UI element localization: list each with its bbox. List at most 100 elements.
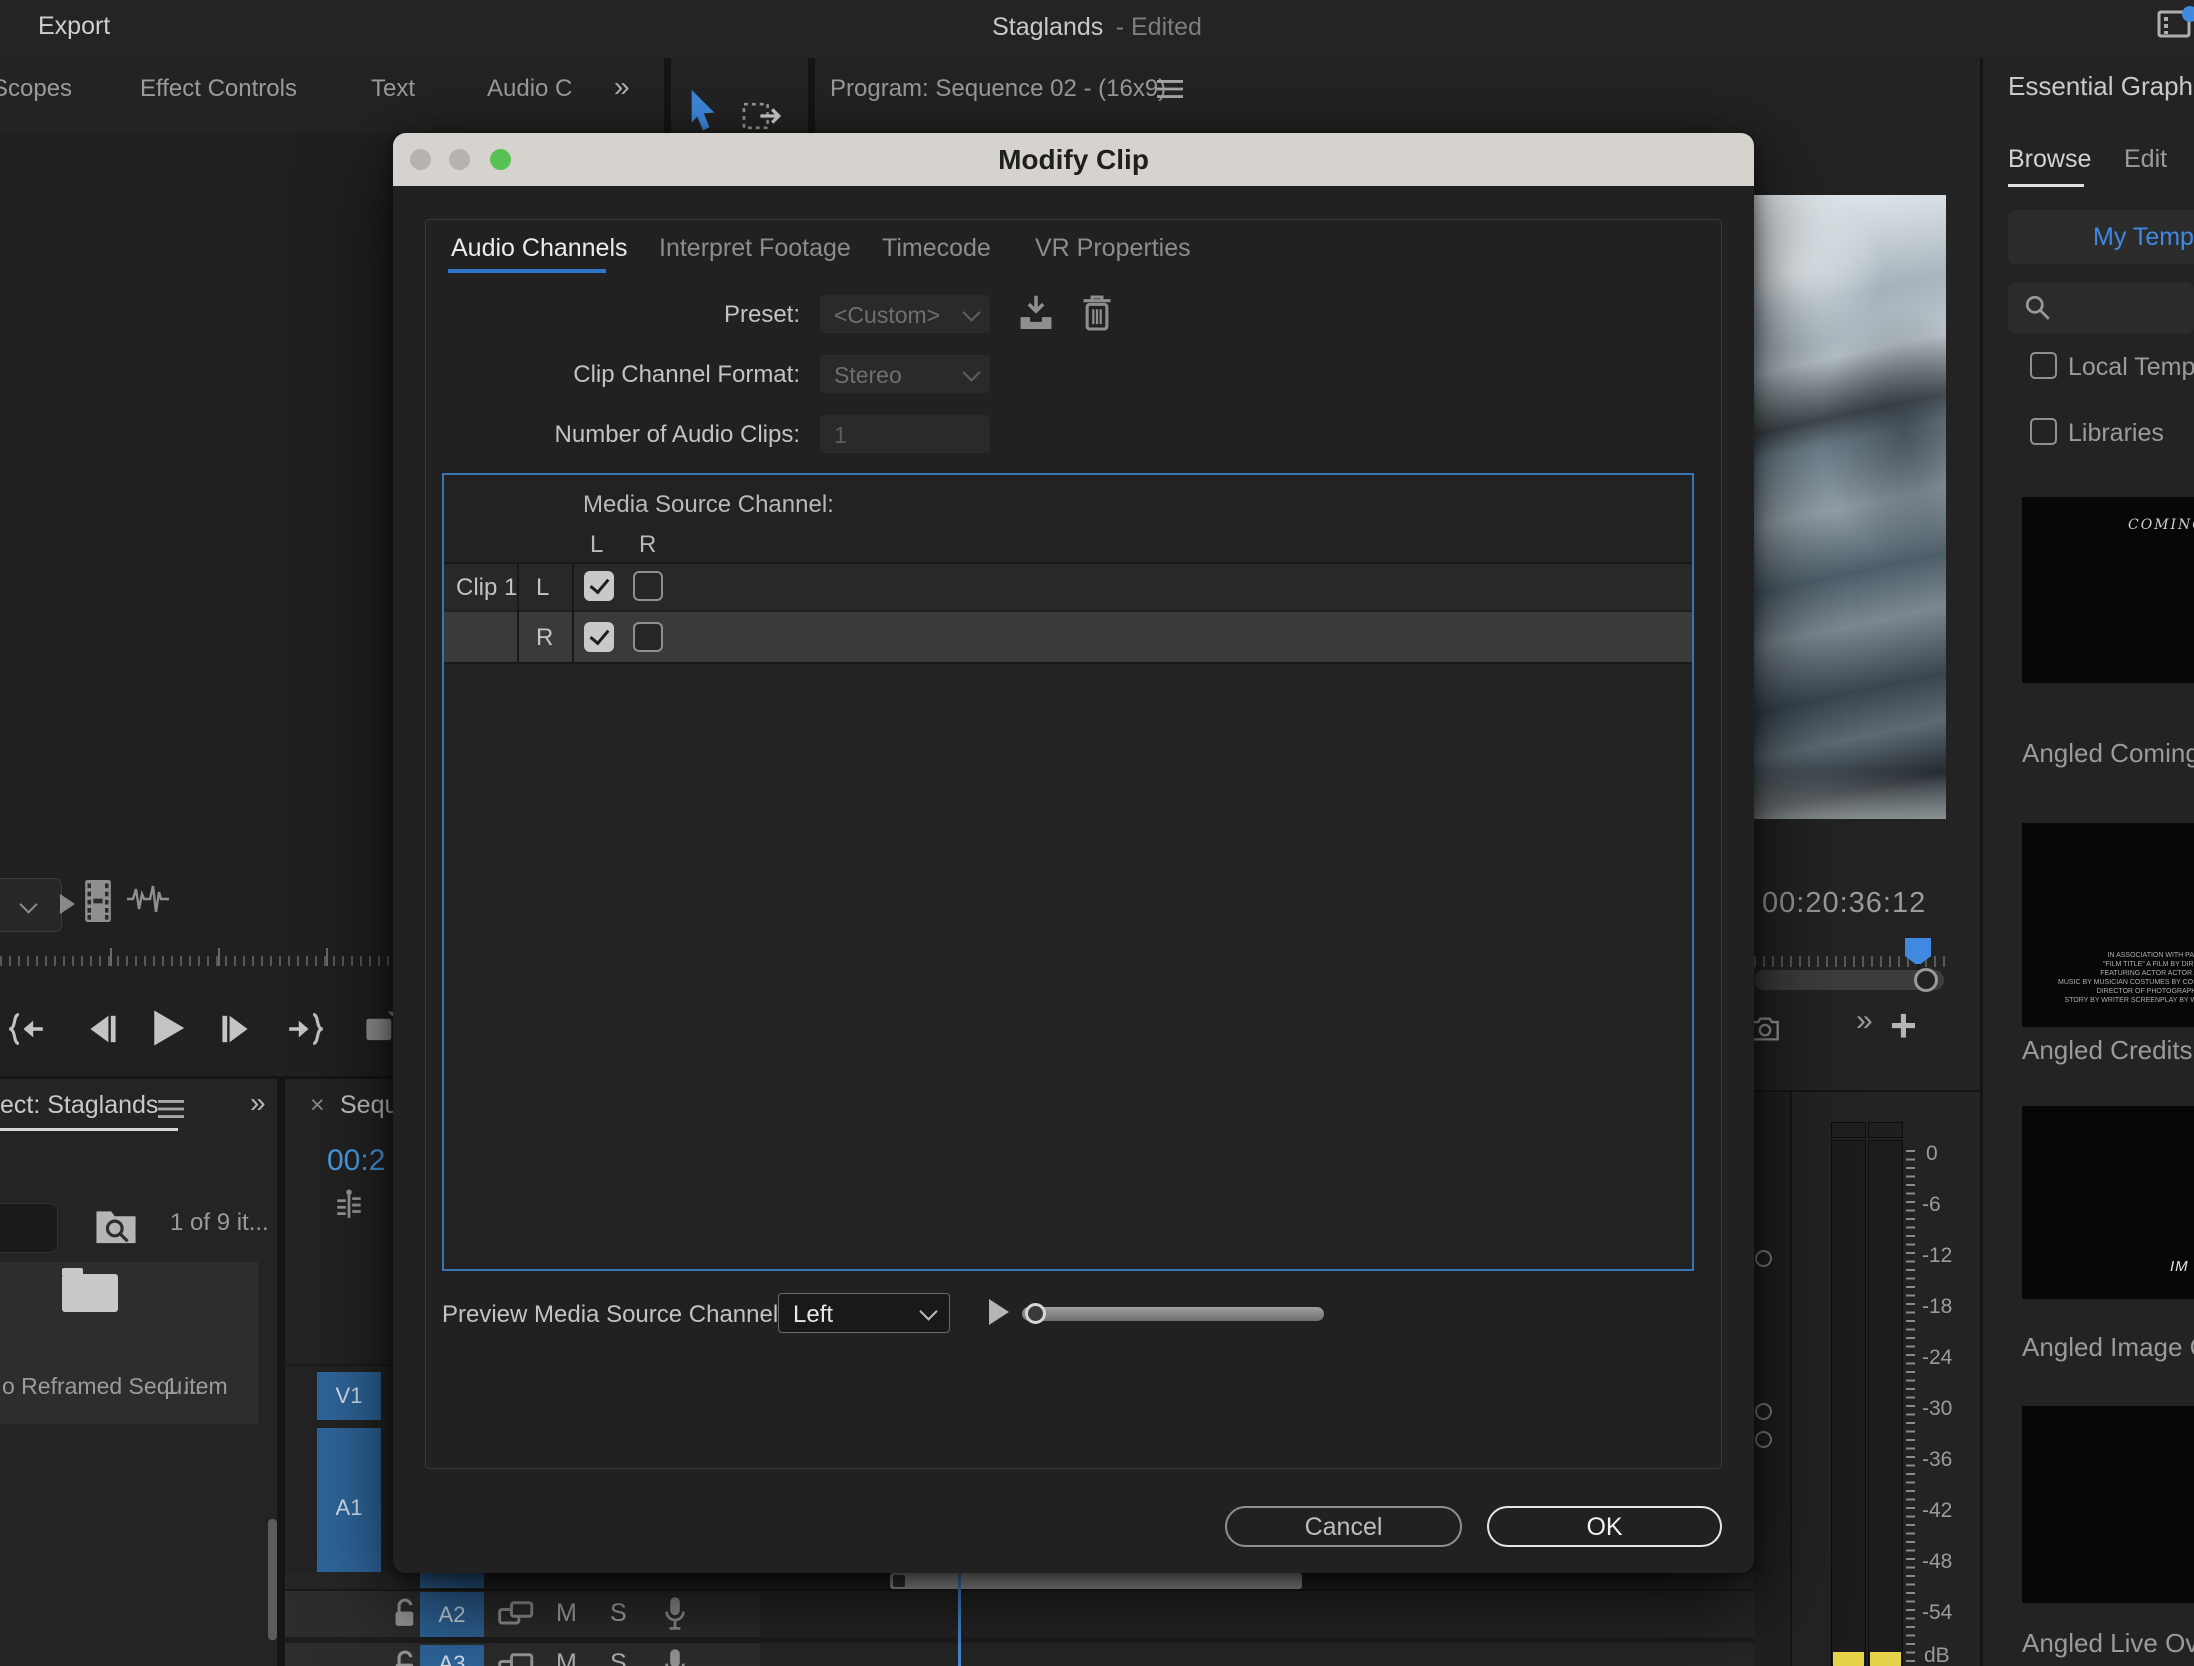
project-panel-menu-icon[interactable]	[158, 1099, 184, 1119]
step-forward-button[interactable]	[220, 1012, 256, 1046]
template-thumb-credits[interactable]: IN ASSOCIATION WITH PARTNER "FILM TITLE"…	[2022, 823, 2194, 1027]
workspace-icon[interactable]	[2156, 5, 2194, 39]
dialog-titlebar[interactable]: Modify Clip	[393, 133, 1754, 186]
template-label[interactable]: Angled Image Cap	[2022, 1332, 2194, 1363]
filter-local-templates-checkbox[interactable]	[2030, 352, 2057, 379]
timeline-clip-bar[interactable]	[890, 1573, 1302, 1589]
table-row-selected[interactable]	[444, 612, 1692, 662]
bin-folder-icon[interactable]	[62, 1274, 118, 1312]
program-scrollbar-handle[interactable]	[1914, 968, 1938, 992]
save-preset-icon[interactable]	[1017, 293, 1055, 333]
selection-tool-icon[interactable]	[688, 90, 718, 132]
program-add-button[interactable]: +	[1890, 1000, 1917, 1051]
search-input[interactable]	[2008, 282, 2194, 334]
track-a3-button[interactable]: A3	[420, 1645, 484, 1666]
dialog-tab-audio-channels[interactable]: Audio Channels	[451, 234, 628, 263]
clip-row-label: Clip 1	[456, 574, 517, 602]
drag-audio-waveform-icon[interactable]	[126, 884, 170, 914]
tab-effect-controls[interactable]: Effect Controls	[140, 76, 297, 102]
source-play-icon[interactable]	[60, 894, 75, 914]
checkbox-clip1-l-srcL[interactable]	[584, 571, 614, 601]
template-label[interactable]: Angled Coming Up	[2022, 738, 2194, 769]
project-filter-input[interactable]	[0, 1203, 58, 1253]
dialog-tab-timecode[interactable]: Timecode	[882, 234, 991, 263]
goto-out-button[interactable]	[288, 1012, 324, 1046]
preview-channel-dropdown[interactable]: Left	[778, 1293, 950, 1333]
find-item-icon[interactable]	[94, 1204, 138, 1248]
filter-libraries-checkbox[interactable]	[2030, 418, 2057, 445]
number-of-audio-clips-label: Number of Audio Clips:	[440, 421, 800, 449]
tab-edit[interactable]: Edit	[2124, 146, 2167, 174]
preview-media-source-label: Preview Media Source Channel:	[442, 1301, 785, 1329]
preview-volume-knob[interactable]	[1025, 1303, 1046, 1324]
track-a3-solo-button[interactable]: S	[610, 1650, 627, 1666]
cancel-button[interactable]: Cancel	[1225, 1506, 1462, 1547]
step-back-button[interactable]	[82, 1012, 118, 1046]
template-thumb-image-caption[interactable]: IM	[2022, 1106, 2194, 1299]
track-divider	[285, 1364, 393, 1366]
template-label[interactable]: Angled Live Overl	[2022, 1628, 2194, 1659]
track-source-icon[interactable]	[498, 1652, 534, 1666]
lock-open-icon[interactable]	[392, 1650, 418, 1666]
tab-audio-clip-mixer[interactable]: Audio C	[487, 76, 572, 102]
program-overflow-icon[interactable]: »	[1856, 1004, 1873, 1037]
track-a3-mute-button[interactable]: M	[556, 1650, 577, 1666]
essential-graphics-title[interactable]: Essential Graphics	[2008, 72, 2194, 101]
dialog-tab-vr-properties[interactable]: VR Properties	[1035, 234, 1191, 263]
meter-clip-indicator-left[interactable]	[1831, 1122, 1866, 1138]
project-bin-area[interactable]	[0, 1262, 258, 1424]
track-v1-button[interactable]: V1	[317, 1372, 381, 1420]
program-panel-title[interactable]: Program: Sequence 02 - (16x9)	[830, 76, 1166, 102]
table-row[interactable]	[444, 564, 1692, 610]
program-playhead-icon[interactable]	[1905, 938, 1931, 966]
checkbox-clip1-r-srcR[interactable]	[633, 622, 663, 652]
checkbox-clip1-r-srcL[interactable]	[584, 622, 614, 652]
track-a2-button[interactable]: A2	[420, 1592, 484, 1637]
track-source-icon[interactable]	[498, 1600, 534, 1628]
tab-text[interactable]: Text	[371, 76, 415, 102]
dialog-tab-interpret-footage[interactable]: Interpret Footage	[659, 234, 851, 263]
tab-overflow-icon[interactable]: »	[614, 72, 630, 103]
track-a2-solo-button[interactable]: S	[610, 1600, 627, 1628]
checkbox-clip1-l-srcR[interactable]	[633, 571, 663, 601]
thumb-overlay-text: COMING	[2128, 517, 2194, 533]
timeline-timecode[interactable]: 00:2	[327, 1144, 385, 1177]
export-frame-icon[interactable]	[742, 96, 784, 132]
drag-video-filmstrip-icon[interactable]	[84, 878, 112, 924]
tab-browse-underline	[2008, 184, 2084, 187]
timeline-playhead-line[interactable]	[958, 1573, 961, 1666]
timeline-scroll-knob[interactable]	[1755, 1250, 1772, 1267]
mic-icon[interactable]	[664, 1596, 686, 1632]
template-label[interactable]: Angled Credits	[2022, 1035, 2193, 1066]
track-a1-button[interactable]: A1	[317, 1428, 381, 1588]
export-frame-camera-icon[interactable]	[1750, 1016, 1780, 1042]
program-video-frame	[1754, 195, 1946, 819]
preview-play-button[interactable]	[989, 1299, 1009, 1325]
template-category-dropdown[interactable]: My Templa	[2008, 210, 2194, 264]
tab-scopes[interactable]: Scopes	[0, 76, 72, 102]
program-panel-menu-icon[interactable]	[1157, 79, 1183, 99]
mic-icon[interactable]	[664, 1648, 686, 1666]
play-button[interactable]	[148, 1008, 188, 1048]
meter-clip-indicator-right[interactable]	[1868, 1122, 1903, 1138]
delete-preset-icon[interactable]	[1081, 293, 1113, 333]
timeline-scroll-knob[interactable]	[1755, 1431, 1772, 1448]
ok-button[interactable]: OK	[1487, 1506, 1722, 1547]
goto-in-button[interactable]	[8, 1012, 44, 1046]
timeline-tab-close-icon[interactable]: ×	[310, 1092, 325, 1120]
lock-open-icon[interactable]	[392, 1598, 418, 1630]
meter-label: -48	[1922, 1550, 1952, 1573]
project-scrollbar[interactable]	[268, 1519, 277, 1640]
template-thumb-coming-up[interactable]: COMING	[2022, 497, 2194, 683]
tab-browse[interactable]: Browse	[2008, 146, 2091, 174]
timeline-scroll-knob[interactable]	[1755, 1403, 1772, 1420]
timeline-settings-icon[interactable]	[333, 1188, 365, 1220]
number-of-audio-clips-input: 1	[820, 415, 990, 453]
preview-volume-slider[interactable]	[1022, 1307, 1324, 1321]
project-overflow-icon[interactable]: »	[250, 1088, 266, 1119]
project-panel-tab[interactable]: ect: Staglands	[0, 1092, 158, 1120]
track-a2-mute-button[interactable]: M	[556, 1600, 577, 1628]
timeline-tab[interactable]: Sequ	[340, 1092, 398, 1120]
template-thumb-live-overlay[interactable]	[2022, 1406, 2194, 1603]
table-column-divider	[572, 562, 574, 664]
